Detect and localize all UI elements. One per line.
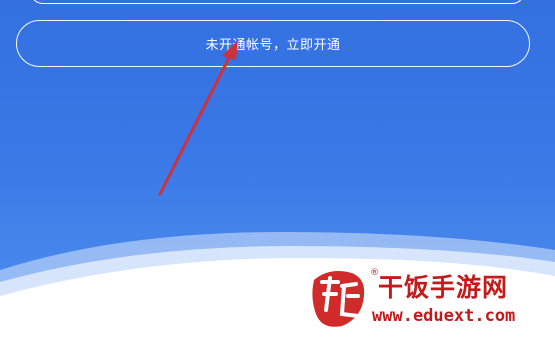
watermark-url: www.eduext.com bbox=[372, 306, 516, 326]
watermark-site-name: 干饭手游网 bbox=[378, 273, 509, 302]
watermark: ® 干饭手游网 www.eduext.com bbox=[300, 262, 550, 334]
fan-logo-icon bbox=[312, 271, 365, 327]
